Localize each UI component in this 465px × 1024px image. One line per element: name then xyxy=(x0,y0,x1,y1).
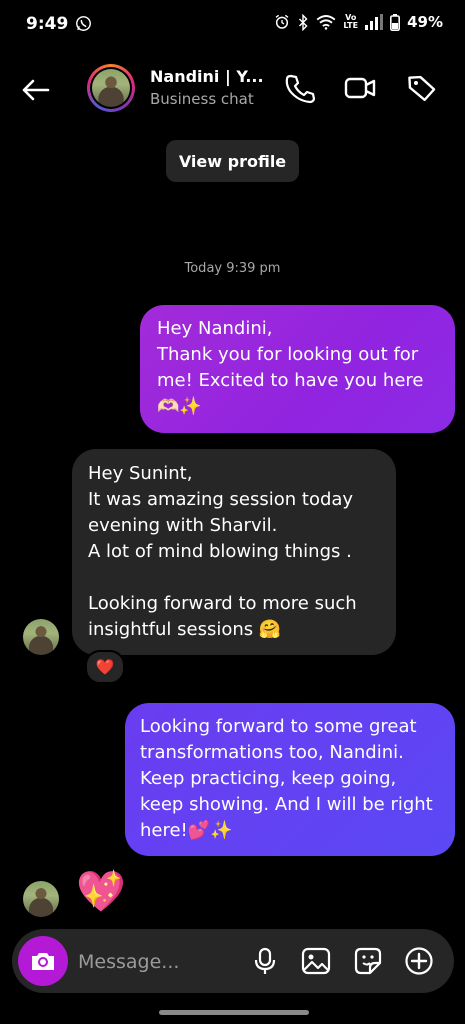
contact-avatar[interactable] xyxy=(87,64,135,112)
camera-button[interactable] xyxy=(18,936,68,986)
message-timestamp: Today 9:39 pm xyxy=(184,261,281,276)
whatsapp-notification-icon xyxy=(76,16,91,31)
outgoing-message[interactable]: Looking forward to some great transforma… xyxy=(125,703,455,856)
alarm-icon xyxy=(275,14,289,29)
gallery-icon[interactable] xyxy=(301,946,331,976)
sender-avatar[interactable] xyxy=(23,619,59,655)
battery-icon xyxy=(390,13,401,31)
tag-icon[interactable] xyxy=(406,72,438,104)
sender-avatar[interactable] xyxy=(23,881,59,917)
chat-header: Nandini | Y... Business chat xyxy=(0,52,465,124)
add-icon[interactable] xyxy=(404,946,434,976)
status-icons: Vo LTE 49% xyxy=(274,13,443,31)
heart-sticker-message[interactable]: 💖 xyxy=(76,870,126,914)
volte-bottom-text: LTE xyxy=(343,21,359,30)
volte-indicator: Vo LTE xyxy=(343,14,358,30)
video-camera-icon[interactable] xyxy=(344,72,376,104)
outgoing-message[interactable]: Hey Nandini, Thank you for looking out f… xyxy=(140,305,455,433)
signal-icon xyxy=(365,14,384,30)
message-input[interactable] xyxy=(76,946,250,978)
avatar-image xyxy=(92,69,130,107)
status-bar: 9:49 Vo LTE 49% xyxy=(0,0,465,52)
avatar-inner xyxy=(90,67,132,109)
battery-percent: 49% xyxy=(407,13,443,31)
back-arrow-icon[interactable] xyxy=(18,72,54,108)
incoming-message[interactable]: Hey Sunint, It was amazing session today… xyxy=(72,449,396,655)
status-time: 9:49 xyxy=(26,14,69,34)
view-profile-button[interactable]: View profile xyxy=(166,140,299,182)
phone-icon[interactable] xyxy=(283,72,315,104)
contact-subtitle: Business chat xyxy=(150,90,254,108)
sticker-icon[interactable] xyxy=(353,946,383,976)
microphone-icon[interactable] xyxy=(250,946,280,976)
home-indicator[interactable] xyxy=(159,1010,309,1015)
message-composer xyxy=(12,929,454,993)
camera-icon xyxy=(32,953,54,970)
wifi-icon xyxy=(316,15,336,30)
heart-reaction[interactable]: ❤️ xyxy=(85,650,125,684)
contact-name[interactable]: Nandini | Y... xyxy=(150,67,264,86)
bluetooth-icon xyxy=(299,13,308,31)
